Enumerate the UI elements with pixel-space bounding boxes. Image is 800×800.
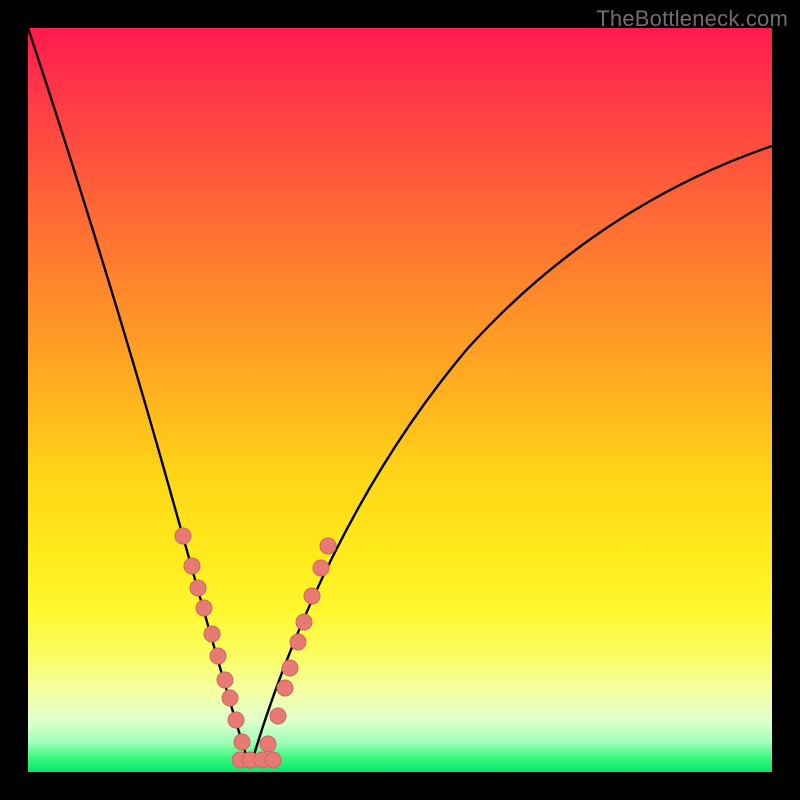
marker-group — [175, 528, 336, 768]
marker-dot — [290, 634, 306, 650]
marker-dot — [270, 708, 286, 724]
right-curve — [250, 146, 772, 768]
marker-dot — [282, 660, 298, 676]
marker-dot — [260, 736, 276, 752]
marker-dot — [204, 626, 220, 642]
marker-dot — [304, 588, 320, 604]
marker-dot — [228, 712, 244, 728]
marker-dot — [313, 560, 329, 576]
marker-dot — [190, 580, 206, 596]
marker-dot — [320, 538, 336, 554]
marker-dot — [217, 672, 233, 688]
chart-frame: TheBottleneck.com — [0, 0, 800, 800]
marker-dot — [210, 648, 226, 664]
marker-dot — [234, 734, 250, 750]
watermark-text: TheBottleneck.com — [596, 6, 788, 32]
marker-dot — [175, 528, 191, 544]
marker-dot — [196, 600, 212, 616]
marker-dot — [184, 558, 200, 574]
marker-dot — [296, 614, 312, 630]
marker-dot — [222, 690, 238, 706]
marker-dot — [277, 680, 293, 696]
marker-dot — [265, 752, 281, 768]
curve-layer — [28, 28, 772, 772]
plot-area — [28, 28, 772, 772]
